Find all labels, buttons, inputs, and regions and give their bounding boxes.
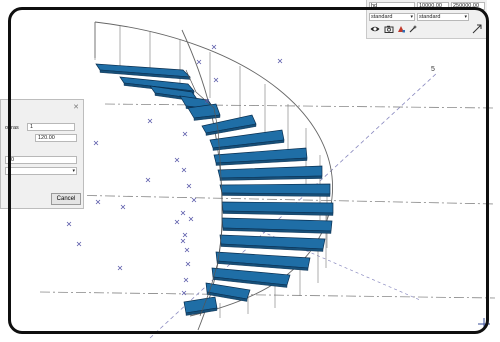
point-marker — [191, 197, 197, 203]
guide-line — [104, 103, 496, 109]
point-marker — [211, 44, 217, 50]
guide-line — [39, 291, 496, 299]
origin-marker — [478, 318, 490, 330]
step-count-label: opras — [5, 125, 19, 131]
point-marker — [145, 177, 151, 183]
height-input[interactable]: 120.00 — [35, 134, 77, 142]
point-marker — [93, 140, 99, 146]
point-marker — [76, 241, 82, 247]
point-marker — [180, 210, 186, 216]
point-marker — [185, 261, 191, 267]
cancel-button[interactable]: Cancel — [51, 193, 81, 205]
point-marker — [180, 238, 186, 244]
point-marker — [174, 219, 180, 225]
value-field-2[interactable]: 250000.00 — [451, 2, 485, 10]
style-select-2[interactable]: standard ▾ — [417, 13, 469, 21]
point-marker — [184, 247, 190, 253]
point-marker — [182, 232, 188, 238]
point-marker — [147, 118, 153, 124]
point-marker — [95, 199, 101, 205]
point-marker — [182, 131, 188, 137]
expand-icon[interactable] — [472, 24, 482, 34]
chevron-down-icon: ▾ — [72, 168, 75, 174]
stair-step — [219, 183, 331, 195]
app-window: 5 hd 10000.00 250000.00 standard ▾ standa… — [0, 0, 500, 342]
wand-icon[interactable] — [408, 24, 418, 34]
chevron-down-icon: ▾ — [410, 14, 413, 20]
width-input[interactable]: 00 — [5, 156, 77, 164]
eye-icon[interactable] — [370, 24, 380, 34]
point-marker — [174, 157, 180, 163]
point-marker — [196, 59, 202, 65]
point-marker — [183, 277, 189, 283]
axis-label: 5 — [431, 66, 435, 73]
camera-icon[interactable] — [384, 24, 394, 34]
point-marker — [186, 183, 192, 189]
point-marker — [181, 167, 187, 173]
point-marker — [117, 265, 123, 271]
close-icon[interactable]: ✕ — [73, 103, 79, 111]
point-marker — [188, 216, 194, 222]
name-field[interactable]: hd — [369, 2, 415, 10]
style-select-1[interactable]: standard ▾ — [369, 13, 415, 21]
value-field-1[interactable]: 10000.00 — [417, 2, 449, 10]
point-marker — [120, 204, 126, 210]
point-marker — [213, 77, 219, 83]
property-panel: hd 10000.00 250000.00 standard ▾ standard… — [366, 0, 487, 39]
point-marker — [181, 290, 187, 296]
point-marker — [66, 221, 72, 227]
point-marker — [277, 58, 283, 64]
type-select[interactable]: ▾ — [5, 167, 77, 175]
step-count-input[interactable]: 1 — [27, 123, 75, 131]
paint-icon[interactable] — [396, 24, 406, 34]
chevron-down-icon: ▾ — [464, 14, 467, 20]
